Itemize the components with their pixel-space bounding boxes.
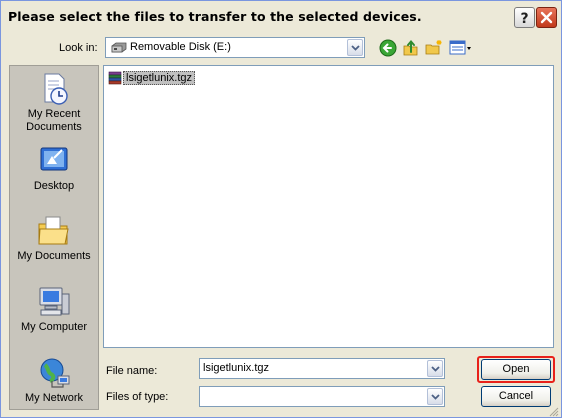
my-computer-icon [39, 287, 70, 316]
look-in-dropdown[interactable]: Removable Disk (E:) [105, 37, 365, 58]
desktop-icon [40, 147, 68, 171]
files-of-type-dropdown-arrow[interactable] [427, 388, 443, 405]
question-mark-icon: ? [520, 11, 528, 27]
place-label: My Computer [20, 321, 88, 333]
views-menu-icon[interactable] [449, 39, 473, 57]
chevron-down-icon [431, 366, 440, 372]
place-label: Desktop [33, 180, 75, 192]
place-my-computer[interactable]: My Computer [10, 285, 98, 334]
close-button[interactable] [536, 7, 557, 28]
place-desktop[interactable]: Desktop [10, 144, 98, 193]
back-arrow-icon[interactable] [379, 39, 397, 57]
look-in-value: Removable Disk (E:) [130, 41, 231, 53]
files-of-type-label: Files of type: [106, 391, 169, 403]
help-button[interactable]: ? [514, 7, 535, 28]
file-list-view[interactable]: lsigetlunix.tgz [103, 65, 554, 348]
place-label: My Recent [27, 108, 81, 120]
file-name-text: lsigetlunix.tgz [123, 71, 196, 85]
open-button[interactable]: Open [481, 359, 551, 380]
file-name-value: lsigetlunix.tgz [203, 362, 270, 374]
look-in-dropdown-arrow[interactable] [347, 39, 363, 56]
svg-text:?: ? [520, 11, 528, 27]
new-folder-icon[interactable] [425, 39, 443, 57]
up-folder-icon[interactable] [402, 39, 420, 57]
archive-file-icon [108, 71, 122, 85]
file-name-input[interactable]: lsigetlunix.tgz [199, 358, 445, 379]
place-my-documents[interactable]: My Documents [10, 214, 98, 263]
close-x-icon [540, 11, 553, 24]
resize-grip-icon[interactable] [547, 405, 559, 417]
places-bar: My Recent Documents Desktop My Documents [9, 65, 99, 410]
title-bar[interactable]: Please select the files to transfer to t… [1, 1, 561, 31]
place-label: My Documents [17, 250, 91, 262]
place-my-network[interactable]: My Network [10, 356, 98, 405]
place-my-recent-documents[interactable]: My Recent Documents [10, 72, 98, 134]
my-network-icon [40, 358, 70, 388]
recent-documents-icon [44, 73, 68, 105]
file-name-label: File name: [106, 365, 158, 377]
chevron-down-icon [431, 394, 440, 400]
file-open-dialog: Please select the files to transfer to t… [0, 0, 562, 418]
file-name-dropdown-arrow[interactable] [427, 360, 443, 377]
place-label: Documents [26, 121, 82, 133]
chevron-down-icon [351, 45, 360, 51]
files-of-type-dropdown[interactable] [199, 386, 445, 407]
cancel-button[interactable]: Cancel [481, 386, 551, 407]
removable-disk-icon [111, 42, 127, 53]
my-documents-folder-icon [38, 216, 69, 245]
dialog-title: Please select the files to transfer to t… [8, 9, 422, 24]
place-label: My Network [24, 392, 84, 404]
look-in-label: Look in: [59, 42, 98, 54]
